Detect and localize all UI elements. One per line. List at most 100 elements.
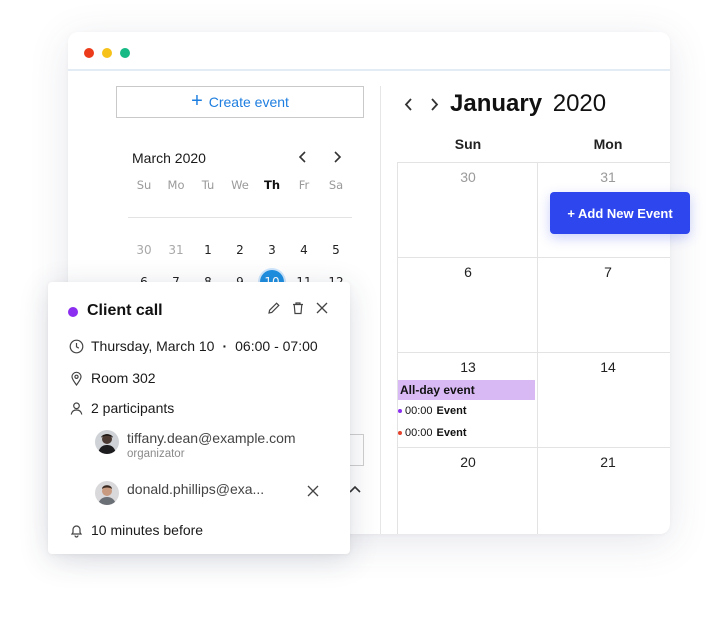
mini-calendar-month: March [132, 150, 171, 166]
datetime-separator: · [222, 338, 228, 354]
chevron-right-icon [430, 97, 438, 111]
grid-line [397, 447, 670, 448]
sidebar-divider [380, 86, 381, 534]
person-icon [68, 400, 84, 416]
participants-row: 2 participants [68, 400, 174, 416]
event-name: Event [436, 427, 467, 439]
mini-calendar-year: 2020 [174, 150, 206, 166]
day-cell-number[interactable]: 7 [538, 264, 670, 280]
maximize-window-dot[interactable] [120, 48, 130, 58]
weekday-label: Sa [328, 178, 344, 192]
column-header-sun: Sun [454, 136, 482, 152]
remove-participant-button[interactable] [306, 484, 322, 500]
partially-hidden-field [348, 434, 364, 466]
reminder-text: 10 minutes before [91, 522, 204, 538]
grid-line [397, 162, 670, 163]
mini-day[interactable]: 2 [224, 243, 256, 257]
edit-event-button[interactable] [266, 300, 282, 316]
mini-week-row: 30 31 1 2 3 4 5 [128, 234, 352, 266]
mini-day[interactable]: 4 [288, 243, 320, 257]
event-color-dot [398, 431, 402, 435]
day-cell-number[interactable]: 30 [398, 169, 538, 185]
mini-day[interactable]: 31 [160, 243, 192, 257]
event-location-row: Room 302 [68, 370, 156, 386]
pencil-icon [268, 302, 280, 314]
event-name: Event [436, 405, 467, 417]
grid-line [397, 257, 670, 258]
participant-item[interactable]: donald.phillips@exa... [95, 481, 264, 505]
grid-line [397, 162, 398, 534]
title-bar [68, 32, 670, 71]
chevron-left-icon [298, 151, 306, 163]
event-color-dot [68, 307, 78, 317]
calendar-year: 2020 [552, 90, 607, 117]
event-details-popup: Client call Thursday, March 10 · 06:00 -… [48, 282, 350, 554]
weekday-label: Mo [167, 178, 185, 192]
event-color-dot [398, 409, 402, 413]
weekday-label: We [231, 178, 249, 192]
all-day-event[interactable]: All-day event [398, 380, 535, 400]
calendar-event-item[interactable]: 00:00 Event [398, 427, 467, 439]
column-header-mon: Mon [593, 136, 623, 152]
participants-count: 2 participants [91, 400, 175, 416]
chevron-right-icon [334, 151, 342, 163]
mini-calendar-title: March 2020 [132, 150, 206, 166]
day-cell-number[interactable]: 31 [538, 169, 670, 185]
participant-info: tiffany.dean@example.com organizator [127, 430, 296, 460]
day-cell-number[interactable]: 6 [398, 264, 538, 280]
participant-email: donald.phillips@exa... [127, 481, 265, 497]
delete-event-button[interactable] [290, 300, 306, 316]
minimize-window-dot[interactable] [102, 48, 112, 58]
weekday-label: Tu [201, 178, 215, 192]
day-cell-number[interactable]: 21 [538, 454, 670, 470]
reminder-row: 10 minutes before [68, 522, 203, 538]
location-pin-icon [68, 370, 84, 386]
mini-day[interactable]: 3 [256, 243, 288, 257]
mini-prev-month-button[interactable] [294, 148, 312, 166]
event-title: Client call [87, 302, 163, 319]
day-cell-number[interactable]: 13 [398, 359, 538, 375]
grid-line [397, 352, 670, 353]
close-window-dot[interactable] [84, 48, 94, 58]
mini-day[interactable]: 5 [320, 243, 352, 257]
mini-day[interactable]: 1 [192, 243, 224, 257]
participant-role: organizator [127, 448, 185, 460]
mini-weekday-header: Su Mo Tu We Th Fr Sa [128, 178, 352, 218]
next-month-button[interactable] [426, 96, 442, 112]
mini-calendar-grid: Su Mo Tu We Th Fr Sa 30 31 1 2 3 4 5 6 7… [128, 178, 352, 298]
close-icon [316, 302, 328, 314]
day-cell-number[interactable]: 20 [398, 454, 538, 470]
create-event-button[interactable]: + Create event [116, 86, 364, 118]
event-date: Thursday, March 10 [91, 338, 215, 354]
create-event-label: Create event [208, 94, 289, 110]
close-icon [307, 485, 319, 497]
trash-icon [293, 302, 303, 315]
avatar [95, 481, 119, 505]
weekday-label-today: Th [263, 178, 281, 192]
grid-line [537, 162, 538, 534]
mini-day[interactable]: 30 [128, 243, 160, 257]
event-time: 00:00 [405, 405, 433, 417]
plus-icon: + [191, 90, 203, 112]
event-time-range: 06:00 - 07:00 [235, 338, 318, 354]
event-time: 00:00 [405, 427, 433, 439]
bell-icon [68, 522, 84, 538]
day-cell-number[interactable]: 14 [538, 359, 670, 375]
weekday-label: Su [136, 178, 152, 192]
event-location: Room 302 [91, 370, 156, 386]
participant-email: tiffany.dean@example.com [127, 430, 296, 446]
calendar-event-item[interactable]: 00:00 Event [398, 405, 467, 417]
chevron-left-icon [404, 97, 412, 111]
clock-icon [68, 338, 84, 354]
prev-month-button[interactable] [400, 96, 416, 112]
weekday-label: Fr [298, 178, 310, 192]
chevron-up-icon[interactable] [348, 484, 362, 494]
add-new-event-button[interactable]: + Add New Event [550, 192, 690, 234]
calendar-month: January [450, 90, 543, 117]
avatar [95, 430, 119, 454]
event-datetime-row: Thursday, March 10 · 06:00 - 07:00 [68, 338, 318, 354]
participant-item[interactable]: tiffany.dean@example.com organizator [95, 430, 296, 460]
calendar-title: January 2020 [450, 90, 606, 118]
mini-next-month-button[interactable] [328, 148, 346, 166]
close-popup-button[interactable] [314, 300, 330, 316]
